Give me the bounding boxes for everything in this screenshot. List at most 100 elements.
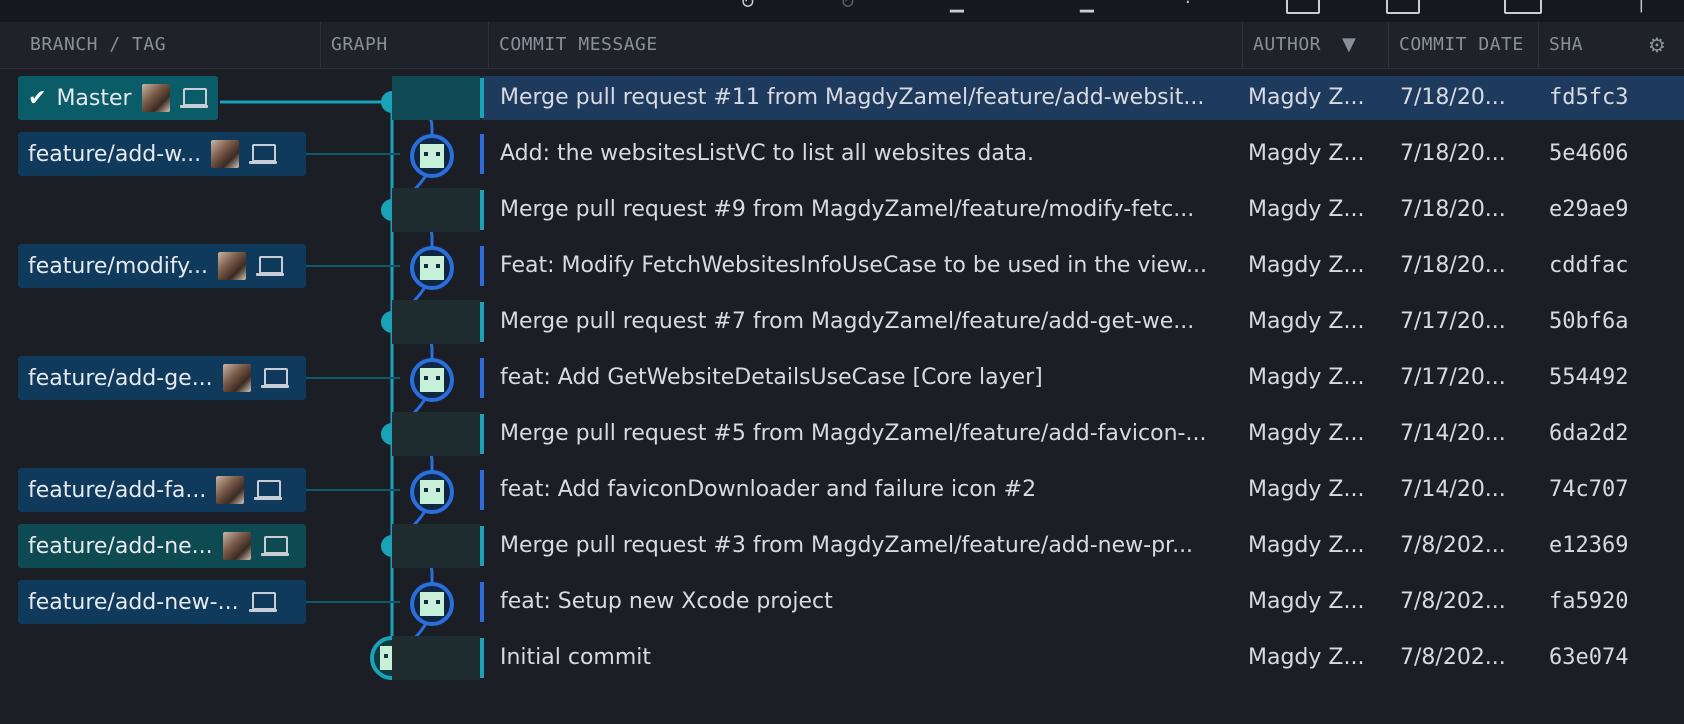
- stash-icon[interactable]: [1286, 0, 1320, 14]
- branch-label[interactable]: feature/add-new-...: [18, 580, 306, 624]
- commit-sha: 63e074: [1549, 645, 1629, 670]
- commit-row[interactable]: Initial commit Magdy Z... 7/8/202... 63e…: [0, 636, 1684, 692]
- commit-row[interactable]: Merge pull request #9 from MagdyZamel/fe…: [0, 188, 1684, 244]
- commit-date: 7/17/20...: [1400, 309, 1506, 334]
- column-commit-date[interactable]: COMMIT DATE: [1388, 22, 1528, 68]
- column-commit-message[interactable]: COMMIT MESSAGE: [488, 22, 1242, 68]
- more-icon[interactable]: │: [1636, 0, 1647, 12]
- branch-color-bar: [480, 302, 484, 342]
- commit-message: feat: Add GetWebsiteDetailsUseCase [Core…: [500, 365, 1043, 390]
- laptop-icon: [179, 87, 208, 109]
- branch-name: feature/add-w...: [28, 141, 202, 167]
- branch-name: feature/add-ne...: [28, 533, 213, 559]
- commit-message: Merge pull request #7 from MagdyZamel/fe…: [500, 309, 1195, 334]
- graph-cell: [392, 524, 480, 568]
- commit-author: Magdy Z...: [1248, 141, 1365, 166]
- column-graph[interactable]: GRAPH: [320, 22, 488, 68]
- avatar: [211, 140, 240, 168]
- terminal-icon[interactable]: [1504, 0, 1542, 14]
- commit-author: Magdy Z...: [1248, 477, 1365, 502]
- commit-date: 7/14/20...: [1400, 421, 1506, 446]
- refresh-disabled-icon: ↻: [840, 0, 856, 13]
- branch-color-bar: [480, 246, 484, 286]
- commit-row[interactable]: Merge pull request #11 from MagdyZamel/f…: [0, 76, 1684, 132]
- commit-row[interactable]: Feat: Modify FetchWebsitesInfoUseCase to…: [0, 244, 1684, 300]
- commit-sha: fa5920: [1549, 589, 1629, 614]
- commit-message: Merge pull request #3 from MagdyZamel/fe…: [500, 533, 1194, 558]
- branch-name: feature/add-new-...: [28, 589, 239, 615]
- graph-cell: [392, 188, 480, 232]
- commit-row[interactable]: feat: Setup new Xcode project Magdy Z...…: [0, 580, 1684, 636]
- commit-sha: fd5fc3: [1549, 85, 1629, 110]
- avatar: [218, 252, 247, 280]
- commit-author: Magdy Z...: [1248, 253, 1365, 278]
- filter-icon[interactable]: ▼: [1342, 22, 1356, 68]
- gear-icon[interactable]: ⚙: [1648, 22, 1666, 68]
- commit-message: feat: Add faviconDownloader and failure …: [500, 477, 1037, 502]
- commit-sha: 5e4606: [1549, 141, 1629, 166]
- branch-icon[interactable]: ·: [1185, 0, 1191, 12]
- branch-name: feature/add-fa...: [28, 477, 207, 503]
- branch-label[interactable]: feature/add-w...: [18, 132, 306, 176]
- avatar: [141, 84, 170, 112]
- commit-date: 7/18/20...: [1400, 197, 1506, 222]
- commit-date: 7/18/20...: [1400, 253, 1506, 278]
- commit-author: Magdy Z...: [1248, 365, 1365, 390]
- commit-author: Magdy Z...: [1248, 533, 1365, 558]
- commit-sha: 6da2d2: [1549, 421, 1629, 446]
- commit-row[interactable]: feat: Add faviconDownloader and failure …: [0, 468, 1684, 524]
- commit-sha: e12369: [1549, 533, 1629, 558]
- branch-color-bar: [480, 134, 484, 174]
- branch-connector: [306, 601, 400, 603]
- push-icon[interactable]: ▁: [1080, 0, 1094, 12]
- commit-message: Merge pull request #11 from MagdyZamel/f…: [500, 85, 1205, 110]
- commit-author: Magdy Z...: [1248, 197, 1365, 222]
- laptop-icon: [254, 479, 283, 501]
- graph-cell: [392, 300, 480, 344]
- commit-sha: cddfac: [1549, 253, 1629, 278]
- commit-date: 7/8/202...: [1400, 645, 1506, 670]
- laptop-icon: [249, 143, 278, 165]
- pop-icon[interactable]: [1386, 0, 1420, 14]
- refresh-icon[interactable]: ↻: [740, 0, 755, 12]
- branch-color-bar: [480, 78, 484, 118]
- commit-date: 7/18/20...: [1400, 141, 1506, 166]
- toolbar: ↻ ↻ ▁ ▁ · │: [0, 0, 1684, 22]
- avatar: [216, 476, 245, 504]
- commit-row[interactable]: Merge pull request #3 from MagdyZamel/fe…: [0, 524, 1684, 580]
- commit-date: 7/8/202...: [1400, 533, 1506, 558]
- branch-label[interactable]: feature/add-fa...: [18, 468, 306, 512]
- column-author[interactable]: AUTHOR: [1242, 22, 1388, 68]
- graph-cell: [392, 76, 480, 120]
- check-icon: ✔: [28, 85, 47, 111]
- branch-label[interactable]: feature/add-ge...: [18, 356, 306, 400]
- branch-connector: [306, 153, 400, 155]
- branch-name: feature/add-ge...: [28, 365, 213, 391]
- commit-sha: e29ae9: [1549, 197, 1629, 222]
- branch-name: feature/modify...: [28, 253, 209, 279]
- commit-row[interactable]: feat: Add GetWebsiteDetailsUseCase [Core…: [0, 356, 1684, 412]
- branch-connector: [306, 265, 400, 267]
- pull-icon[interactable]: ▁: [950, 0, 964, 12]
- commit-row[interactable]: Merge pull request #5 from MagdyZamel/fe…: [0, 412, 1684, 468]
- branch-label[interactable]: feature/add-ne...: [18, 524, 306, 568]
- laptop-icon: [256, 255, 285, 277]
- commit-sha: 554492: [1549, 365, 1629, 390]
- commit-message: Add: the websitesListVC to list all webs…: [500, 141, 1034, 166]
- laptop-icon: [260, 535, 289, 557]
- commit-author: Magdy Z...: [1248, 309, 1365, 334]
- branch-connector: [306, 489, 400, 491]
- commit-message: Merge pull request #5 from MagdyZamel/fe…: [500, 421, 1207, 446]
- branch-color-bar: [480, 582, 484, 622]
- avatar: [222, 532, 251, 560]
- laptop-icon: [260, 367, 289, 389]
- column-branch-tag[interactable]: BRANCH / TAG: [0, 22, 320, 68]
- avatar: [222, 364, 251, 392]
- branch-label-master[interactable]: ✔ Master: [18, 76, 218, 120]
- commit-row[interactable]: Merge pull request #7 from MagdyZamel/fe…: [0, 300, 1684, 356]
- branch-color-bar: [480, 526, 484, 566]
- commit-author: Magdy Z...: [1248, 645, 1365, 670]
- commit-row[interactable]: Add: the websitesListVC to list all webs…: [0, 132, 1684, 188]
- branch-label[interactable]: feature/modify...: [18, 244, 306, 288]
- commit-sha: 74c707: [1549, 477, 1629, 502]
